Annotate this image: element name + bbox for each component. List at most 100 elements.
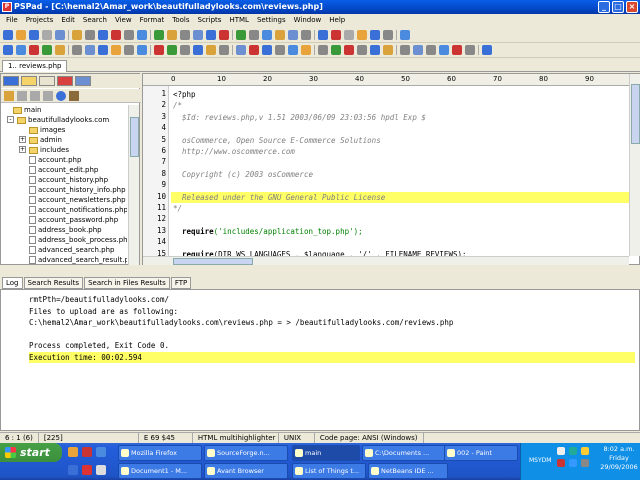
ftp-tab-icon[interactable]: [75, 76, 91, 86]
tree-item[interactable]: main: [13, 105, 42, 115]
toolbar-button-icon[interactable]: [85, 45, 95, 55]
menu-search[interactable]: Search: [79, 14, 111, 27]
tray-update-icon[interactable]: [557, 459, 565, 467]
taskbar-button[interactable]: main: [292, 445, 360, 461]
toolbar-button-icon[interactable]: [42, 30, 52, 40]
collapse-minus-icon[interactable]: -: [7, 116, 14, 123]
open-project-icon[interactable]: [4, 91, 14, 101]
quick-launch-notepad-icon[interactable]: [96, 465, 106, 475]
quick-launch-opera-icon[interactable]: [82, 465, 92, 475]
clip-tab-icon[interactable]: [39, 76, 55, 86]
quick-launch-ie-icon[interactable]: [96, 447, 106, 457]
editor-horizontal-scrollbar[interactable]: [143, 256, 629, 265]
toolbar-button-icon[interactable]: [111, 30, 121, 40]
menu-settings[interactable]: Settings: [253, 14, 290, 27]
taskbar-button[interactable]: Document1 - M...: [118, 463, 202, 479]
toolbar-button-icon[interactable]: [344, 30, 354, 40]
tree-item[interactable]: account.php: [29, 155, 81, 165]
toolbar-button-icon[interactable]: [318, 30, 328, 40]
toolbar-button-icon[interactable]: [98, 45, 108, 55]
code-line[interactable]: Copyright (c) 2003 osCommerce: [171, 169, 629, 180]
close-button[interactable]: ×: [626, 1, 638, 13]
toolbar-button-icon[interactable]: [206, 30, 216, 40]
menu-view[interactable]: View: [111, 14, 136, 27]
toolbar-button-icon[interactable]: [262, 30, 272, 40]
toolbar-button-icon[interactable]: [357, 45, 367, 55]
favorites-heart-icon[interactable]: [57, 76, 73, 86]
toolbar-button-icon[interactable]: [72, 45, 82, 55]
toolbar-button-icon[interactable]: [98, 30, 108, 40]
toolbar-button-icon[interactable]: [482, 45, 492, 55]
toolbar-button-icon[interactable]: [357, 30, 367, 40]
tree-item[interactable]: beautifulladylooks.com: [17, 115, 109, 125]
toolbar-button-icon[interactable]: [383, 45, 393, 55]
toolbar-button-icon[interactable]: [331, 45, 341, 55]
menu-help[interactable]: Help: [325, 14, 349, 27]
delete-icon[interactable]: [30, 91, 40, 101]
menu-edit[interactable]: Edit: [57, 14, 79, 27]
toolbar-button-icon[interactable]: [262, 45, 272, 55]
code-line[interactable]: [171, 157, 629, 168]
tree-item[interactable]: images: [29, 125, 65, 135]
toolbar-button-icon[interactable]: [180, 30, 190, 40]
tray-network-icon[interactable]: [557, 447, 565, 455]
quick-launch-desktop-icon[interactable]: [68, 465, 78, 475]
taskbar-button[interactable]: SourceForge.n...: [204, 445, 288, 461]
code-editor[interactable]: 0102030405060708090100 12345678910111213…: [142, 73, 640, 265]
code-line[interactable]: http://www.oscommerce.com: [171, 146, 629, 157]
tools-icon[interactable]: [69, 91, 79, 101]
tree-item[interactable]: address_book_process.php: [29, 235, 127, 245]
toolbar-button-icon[interactable]: [167, 45, 177, 55]
toolbar-button-icon[interactable]: [29, 45, 39, 55]
toolbar-button-icon[interactable]: [219, 45, 229, 55]
menu-html[interactable]: HTML: [225, 14, 252, 27]
rename-icon[interactable]: [43, 91, 53, 101]
taskbar-button[interactable]: C:\Documents ...: [362, 445, 446, 461]
folder-tab-icon[interactable]: [21, 76, 37, 86]
toolbar-button-icon[interactable]: [3, 30, 13, 40]
tray-messenger-icon[interactable]: [569, 459, 577, 467]
toolbar-button-icon[interactable]: [301, 45, 311, 55]
toolbar-button-icon[interactable]: [413, 45, 423, 55]
toolbar-button-icon[interactable]: [439, 45, 449, 55]
toolbar-button-icon[interactable]: [167, 30, 177, 40]
toolbar-button-icon[interactable]: [288, 45, 298, 55]
clock[interactable]: 8:02 a.m. Friday 29/09/2006: [599, 445, 639, 472]
expand-plus-icon[interactable]: +: [19, 146, 26, 153]
toolbar-button-icon[interactable]: [154, 30, 164, 40]
toolbar-button-icon[interactable]: [465, 45, 475, 55]
toolbar-button-icon[interactable]: [400, 45, 410, 55]
code-line[interactable]: require('includes/application_top.php');: [171, 226, 629, 237]
toolbar-button-icon[interactable]: [301, 30, 311, 40]
toolbar-button-icon[interactable]: [249, 45, 259, 55]
log-tab-search-in-files-results[interactable]: Search in Files Results: [84, 277, 170, 289]
log-tab-ftp[interactable]: FTP: [170, 277, 192, 289]
code-line[interactable]: Released under the GNU General Public Li…: [171, 191, 629, 203]
toolbar-button-icon[interactable]: [275, 30, 285, 40]
toolbar-button-icon[interactable]: [288, 30, 298, 40]
toolbar-button-icon[interactable]: [55, 30, 65, 40]
toolbar-button-icon[interactable]: [275, 45, 285, 55]
code-line[interactable]: /*: [171, 100, 629, 111]
toolbar-button-icon[interactable]: [3, 45, 13, 55]
tree-item[interactable]: account_password.php: [29, 215, 118, 225]
toolbar-button-icon[interactable]: [42, 45, 52, 55]
menu-projects[interactable]: Projects: [22, 14, 58, 27]
tree-item[interactable]: address_book.php: [29, 225, 102, 235]
tree-item[interactable]: account_newsletters.php: [29, 195, 126, 205]
tray-antivirus-icon[interactable]: [569, 447, 577, 455]
toolbar-button-icon[interactable]: [137, 45, 147, 55]
toolbar-button-icon[interactable]: [111, 45, 121, 55]
code-line[interactable]: [171, 214, 629, 225]
toolbar-button-icon[interactable]: [137, 30, 147, 40]
menu-format[interactable]: Format: [136, 14, 169, 27]
tree-scrollbar[interactable]: [128, 105, 139, 265]
editor-hscroll-thumb[interactable]: [173, 258, 253, 265]
toolbar-button-icon[interactable]: [249, 30, 259, 40]
log-tab-search-results[interactable]: Search Results: [23, 277, 84, 289]
minimize-button[interactable]: _: [598, 1, 610, 13]
toolbar-button-icon[interactable]: [370, 45, 380, 55]
tree-item[interactable]: admin: [29, 135, 62, 145]
toolbar-button-icon[interactable]: [16, 30, 26, 40]
menu-tools[interactable]: Tools: [168, 14, 193, 27]
